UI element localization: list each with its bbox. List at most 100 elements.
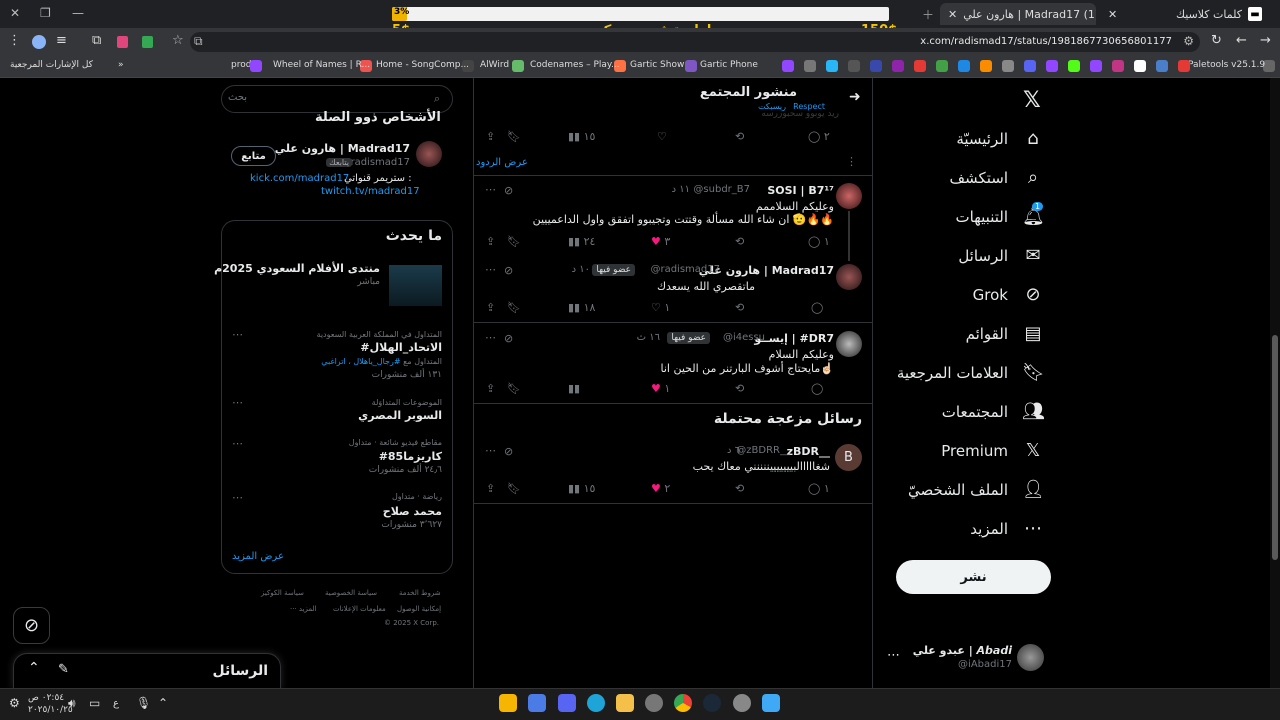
person-name[interactable]: هارون علي | Madrad17 bbox=[275, 142, 410, 155]
instagram-icon[interactable] bbox=[1112, 60, 1124, 72]
bookmark-item[interactable]: Paletools v25.1.9 bbox=[1188, 60, 1265, 70]
like-button[interactable]: ♥ ٢ bbox=[651, 482, 670, 495]
tweet-author[interactable]: SOSI | B7¹⁷ bbox=[767, 184, 834, 197]
grok-icon[interactable]: ⊘ bbox=[504, 184, 513, 197]
like-button[interactable]: ♥ ٣ bbox=[651, 235, 670, 248]
bookmark-icon[interactable]: 🔖︎ bbox=[507, 301, 521, 314]
notifications-icon[interactable]: ⚙ bbox=[9, 696, 20, 710]
x-bookmark-icon[interactable] bbox=[1134, 60, 1146, 72]
bookmark-icon[interactable] bbox=[804, 60, 816, 72]
x-logo-icon[interactable]: 𝕏 bbox=[1023, 88, 1041, 113]
bookmark-item[interactable]: Home - SongComp... bbox=[376, 60, 469, 70]
nav-more[interactable]: المزيد ⋯ bbox=[970, 518, 1044, 539]
bookmark-icon[interactable]: 🔖︎ bbox=[507, 482, 521, 495]
media-control-icon[interactable]: ≡ bbox=[56, 33, 67, 48]
tweet-time[interactable]: ٦ د bbox=[727, 445, 740, 456]
repost-icon[interactable]: ⟲ bbox=[735, 301, 744, 314]
share-icon[interactable]: ⇪ bbox=[486, 235, 495, 248]
bookmark-icon[interactable] bbox=[1002, 60, 1014, 72]
trend-name[interactable]: #الاتحاد_الهلال bbox=[360, 341, 442, 354]
nav-notifications[interactable]: التنبيهات 🔔︎ 1 bbox=[956, 202, 1045, 227]
search-box[interactable]: ⌕ بحث bbox=[221, 85, 453, 113]
share-icon[interactable]: ⇪ bbox=[486, 482, 495, 495]
like-icon[interactable]: ♡ bbox=[657, 130, 667, 143]
chrome-app-icon[interactable] bbox=[674, 694, 692, 712]
account-switcher[interactable]: عبدو علي | 𝘼𝙗𝙖𝙙𝙞 @iAbadi17 ⋯ bbox=[884, 640, 1054, 676]
tweet-handle[interactable]: @zBDRR__ bbox=[736, 445, 790, 456]
clock-date[interactable]: ٢٠٢٥/١٠/٢٥ bbox=[28, 705, 73, 715]
avatar[interactable] bbox=[836, 331, 862, 357]
repost-icon[interactable]: ⟲ bbox=[735, 130, 744, 143]
trend-hashtag-link[interactable]: اتراغبي bbox=[321, 357, 345, 366]
tab-close-icon[interactable]: ✕ bbox=[1108, 8, 1117, 21]
bookmark-icon[interactable] bbox=[782, 60, 794, 72]
tweet-handle[interactable]: @radismad17 bbox=[650, 264, 720, 275]
profile-avatar-icon[interactable] bbox=[32, 35, 46, 49]
more-dots-icon[interactable]: ⋯ bbox=[485, 444, 496, 457]
close-window-icon[interactable]: ✕ bbox=[10, 6, 20, 20]
messages-drawer[interactable]: الرسائل ✎ ⌃ bbox=[13, 653, 281, 689]
volume-icon[interactable]: 🔊︎ bbox=[68, 696, 76, 711]
share-icon[interactable]: ⇪ bbox=[486, 130, 495, 143]
like-button[interactable]: ♡ ١ bbox=[651, 301, 670, 314]
share-icon[interactable]: ⇪ bbox=[486, 382, 495, 395]
bookmark-icon[interactable] bbox=[892, 60, 904, 72]
bookmark-item[interactable]: Gartic Show bbox=[630, 60, 684, 70]
rockstar-app-icon[interactable] bbox=[499, 694, 517, 712]
bookmark-item[interactable]: Codenames – Play... bbox=[530, 60, 620, 70]
star-bookmark-icon[interactable]: ☆ bbox=[172, 33, 184, 48]
more-dots-icon[interactable]: ⋯ bbox=[232, 328, 243, 341]
discord-app-icon[interactable] bbox=[558, 694, 576, 712]
reply-button[interactable]: ◯ ١ bbox=[808, 235, 830, 248]
views-button[interactable]: ▮▮ ١٥ bbox=[568, 130, 595, 143]
steam-app-icon[interactable] bbox=[703, 694, 721, 712]
twitch-icon[interactable] bbox=[1046, 60, 1058, 72]
bookmark-icon[interactable] bbox=[936, 60, 948, 72]
nav-premium[interactable]: Premium 𝕏 bbox=[941, 440, 1044, 461]
repost-icon[interactable]: ⟲ bbox=[735, 382, 744, 395]
trend-hashtag-link[interactable]: #رجال_ياهلال bbox=[353, 357, 400, 366]
reply-icon[interactable]: ◯ bbox=[811, 301, 823, 314]
event-title[interactable]: منتدى الأفلام السعودي 2025م bbox=[214, 262, 380, 275]
kick-link[interactable]: kick.com/madrad17 bbox=[250, 173, 349, 184]
extension-icon[interactable] bbox=[117, 36, 128, 48]
tweet-handle[interactable]: @i4essu bbox=[723, 332, 765, 343]
follow-button[interactable]: متابع bbox=[231, 146, 276, 166]
share-icon[interactable]: ⧉ bbox=[194, 34, 203, 49]
nav-home[interactable]: الرئيسيّة ⌂ bbox=[956, 128, 1044, 149]
bookmark-item[interactable]: AlWird bbox=[480, 60, 509, 70]
bookmark-icon[interactable] bbox=[980, 60, 992, 72]
bookmark-icon[interactable] bbox=[848, 60, 860, 72]
restore-window-icon[interactable]: ❐ bbox=[40, 6, 51, 20]
network-icon[interactable]: ▭ bbox=[89, 696, 100, 710]
footer-link[interactable]: معلومات الإعلانات bbox=[333, 605, 386, 613]
expand-chevron-icon[interactable]: ⌃ bbox=[28, 660, 40, 676]
nav-explore[interactable]: استكشف ⌕ bbox=[950, 167, 1044, 188]
new-tab-icon[interactable]: ＋ bbox=[922, 6, 934, 23]
bookmark-icon[interactable] bbox=[870, 60, 882, 72]
share-icon[interactable]: ⇪ bbox=[486, 301, 495, 314]
menu-dots-icon[interactable]: ⋮ bbox=[8, 33, 21, 48]
site-settings-icon[interactable]: ⚙ bbox=[1183, 34, 1194, 48]
trend-name[interactable]: محمد صلاح bbox=[383, 505, 442, 518]
youtube-icon[interactable] bbox=[1178, 60, 1190, 72]
footer-link[interactable]: ··· المزيد bbox=[290, 605, 317, 613]
tweet-author[interactable]: إيســو | #DR7 bbox=[754, 332, 834, 345]
more-dots-icon[interactable]: ⋯ bbox=[485, 331, 496, 344]
trend-name[interactable]: السوبر المصري bbox=[358, 409, 442, 422]
grok-icon[interactable]: ⊘ bbox=[504, 445, 513, 458]
post-button[interactable]: نشر bbox=[896, 560, 1051, 594]
reload-icon[interactable]: ↻ bbox=[1211, 33, 1222, 48]
all-bookmarks-item[interactable]: كل الإشارات المرجعية bbox=[10, 60, 93, 70]
show-more-link[interactable]: عرض المزيد bbox=[232, 551, 284, 562]
bookmark-item[interactable]: prod bbox=[231, 60, 251, 70]
browser-tab-1[interactable]: ✕ كلمات كلاسيك ▬ bbox=[1100, 3, 1270, 25]
tweet-handle[interactable]: @subdr_B7 bbox=[693, 184, 750, 195]
footer-link[interactable]: سياسة الخصوصية bbox=[325, 589, 377, 597]
views-button[interactable]: ▮▮ ١٨ bbox=[568, 301, 595, 314]
kick-icon[interactable] bbox=[1068, 60, 1080, 72]
back-icon[interactable]: → bbox=[1260, 33, 1271, 48]
show-replies-link[interactable]: عرض الردود bbox=[476, 157, 528, 168]
avatar[interactable] bbox=[836, 264, 862, 290]
more-dots-icon[interactable]: ⋯ bbox=[232, 396, 243, 409]
